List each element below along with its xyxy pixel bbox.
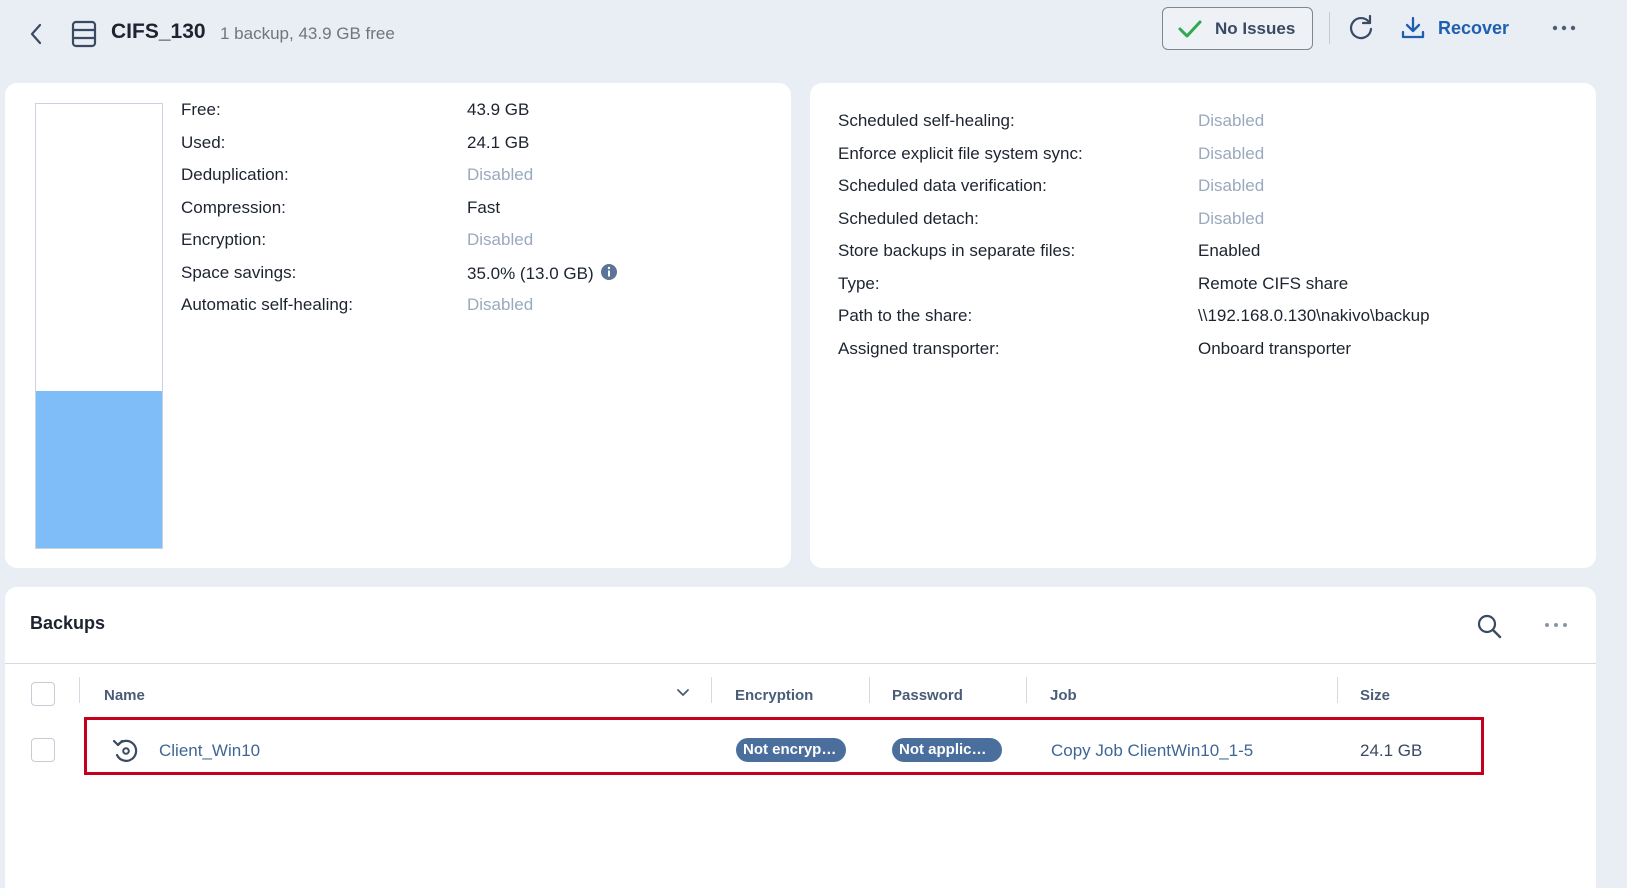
refresh-icon[interactable]	[1346, 13, 1376, 43]
property-value: 24.1 GB	[467, 133, 529, 153]
checkmark-icon	[1178, 20, 1202, 37]
column-header-job[interactable]: Job	[1050, 687, 1077, 704]
more-options-button[interactable]	[1548, 14, 1580, 42]
property-label: Encryption:	[181, 230, 267, 249]
column-separator	[79, 677, 80, 703]
property-value-text: 43.9 GB	[467, 100, 530, 119]
property-label: Scheduled detach:	[838, 208, 979, 228]
property-label: Automatic self-healing:	[181, 295, 353, 314]
column-header-size[interactable]: Size	[1360, 687, 1390, 704]
info-icon[interactable]	[600, 263, 618, 281]
property-value: Disabled	[1198, 144, 1264, 164]
download-icon	[1401, 16, 1425, 39]
property-value: Disabled	[1198, 176, 1264, 196]
property-value-text: Disabled	[467, 295, 534, 314]
property-label: Type:	[838, 273, 880, 293]
column-header-password[interactable]: Password	[892, 687, 963, 704]
page-subtitle: 1 backup, 43.9 GB free	[220, 24, 395, 43]
property-value-text: Fast	[467, 197, 501, 217]
property-value: Disabled	[1198, 209, 1264, 229]
property-value: Onboard transporter	[1198, 339, 1351, 359]
property-value-text: Disabled	[1198, 143, 1265, 163]
property-label: Used:	[181, 132, 226, 152]
chevron-down-icon[interactable]	[675, 685, 691, 701]
property-label: Scheduled data verification:	[838, 176, 1047, 195]
column-separator	[1337, 677, 1338, 703]
property-value-text: 24.1 GB	[467, 132, 530, 152]
property-label: Scheduled self-healing:	[838, 111, 1015, 130]
more-dots-icon	[1552, 25, 1576, 31]
property-value-text: Disabled	[1198, 111, 1265, 130]
property-value: Disabled	[1198, 111, 1264, 131]
status-label: No Issues	[1215, 18, 1296, 38]
column-header-encryption[interactable]: Encryption	[735, 687, 813, 704]
backup-name-link[interactable]: Client_Win10	[159, 741, 260, 761]
storage-usage-bar	[35, 103, 163, 549]
more-dots-icon	[1545, 623, 1567, 627]
job-link[interactable]: Copy Job ClientWin10_1-5	[1051, 741, 1253, 761]
backup-size: 24.1 GB	[1360, 741, 1423, 760]
property-label: Deduplication:	[181, 165, 289, 184]
row-checkbox[interactable]	[31, 738, 55, 762]
property-value-text: Disabled	[467, 165, 534, 184]
storage-summary-card: Free: 43.9 GB Used: 24.1 GB Deduplication: Di…	[5, 83, 791, 568]
property-value: Disabled	[467, 295, 533, 315]
property-value: Disabled	[467, 230, 533, 250]
property-label: Assigned transporter:	[838, 338, 1000, 358]
storage-used-fill	[36, 390, 162, 548]
property-value-text: Onboard transporter	[1198, 338, 1352, 358]
property-value-text: Remote CIFS share	[1198, 273, 1349, 293]
property-label: Compression:	[181, 197, 286, 217]
column-separator	[711, 677, 712, 703]
page-title: CIFS_130	[111, 20, 206, 43]
property-value-text: Disabled	[1198, 176, 1265, 195]
backups-title: Backups	[30, 613, 106, 633]
encryption-badge: Not encryp…	[736, 738, 846, 762]
chevron-left-icon	[30, 23, 42, 45]
property-value-text: Disabled	[1198, 208, 1265, 228]
property-value-text: Disabled	[467, 230, 534, 249]
backups-divider	[5, 663, 1596, 664]
select-all-checkbox[interactable]	[31, 682, 55, 706]
property-label: Path to the share:	[838, 306, 973, 325]
property-label: Space savings:	[181, 262, 297, 282]
repository-settings-card: Scheduled self-healing: Disabled Enforce e…	[810, 83, 1596, 568]
property-label: Store backups in separate files:	[838, 241, 1076, 260]
password-badge: Not applic…	[892, 738, 1002, 762]
backups-panel: Backups Name Encryption Password Job Siz…	[5, 587, 1596, 888]
header-divider	[1329, 12, 1330, 44]
page-header: CIFS_130 1 backup, 43.9 GB free No Issue…	[0, 0, 1627, 72]
property-value-text: 35.0% (13.0 GB)	[467, 263, 594, 283]
property-value: 35.0% (13.0 GB)	[467, 263, 618, 284]
property-value-text: \\192.168.0.130\nakivo\backup	[1198, 306, 1430, 325]
column-separator	[869, 677, 870, 703]
property-label: Free:	[181, 100, 221, 119]
property-value-text: Enabled	[1198, 241, 1261, 260]
property-value: Disabled	[467, 165, 533, 185]
column-separator	[1026, 677, 1027, 703]
status-button[interactable]: No Issues	[1162, 7, 1313, 50]
property-value: Enabled	[1198, 241, 1260, 261]
search-icon[interactable]	[1475, 612, 1503, 640]
property-label: Enforce explicit file system sync:	[838, 143, 1083, 163]
property-value: Remote CIFS share	[1198, 274, 1348, 294]
column-header-name[interactable]: Name	[104, 687, 145, 704]
repository-icon	[71, 20, 97, 48]
property-value: 43.9 GB	[467, 100, 529, 120]
backups-more-button[interactable]	[1540, 615, 1572, 635]
recover-label: Recover	[1438, 17, 1510, 38]
back-button[interactable]	[22, 20, 50, 48]
property-value: \\192.168.0.130\nakivo\backup	[1198, 306, 1430, 326]
property-value: Fast	[467, 198, 500, 218]
recover-button[interactable]: Recover	[1400, 12, 1509, 44]
backup-restore-icon	[112, 739, 138, 762]
